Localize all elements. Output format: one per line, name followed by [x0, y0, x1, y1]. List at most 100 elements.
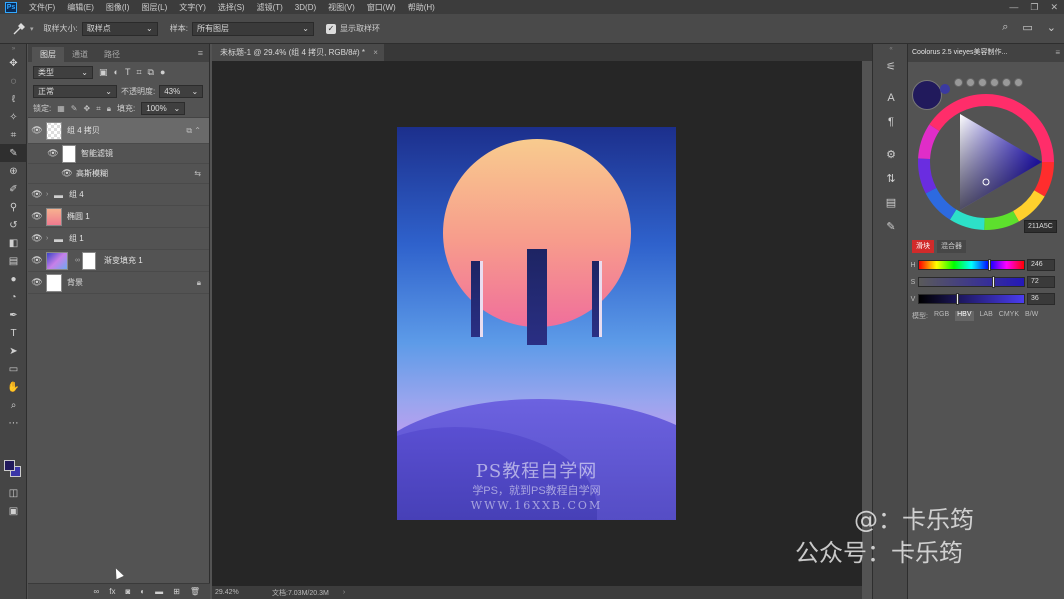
- healing-brush-tool-icon[interactable]: ⊕: [0, 162, 27, 180]
- layer-mask-thumbnail[interactable]: [82, 251, 96, 270]
- panel-menu-icon[interactable]: ≡: [198, 48, 203, 58]
- libraries-icon[interactable]: ▤: [873, 190, 909, 214]
- menu-file[interactable]: 文件(F): [23, 2, 61, 13]
- add-mask-icon[interactable]: ◙: [125, 587, 130, 596]
- eye-icon[interactable]: 👁︎: [28, 125, 46, 136]
- layer-row[interactable]: 👁︎ 智能滤镜: [28, 144, 209, 164]
- model-lab[interactable]: LAB: [980, 311, 993, 321]
- layer-row[interactable]: 👁︎ 椭圆 1: [28, 206, 209, 228]
- rectangle-tool-icon[interactable]: ▭: [0, 360, 27, 378]
- history-swatch[interactable]: [954, 78, 963, 87]
- search-icon[interactable]: ⌕: [1002, 21, 1008, 34]
- model-bw[interactable]: B/W: [1025, 311, 1038, 321]
- restore-button[interactable]: ❐: [1030, 0, 1038, 14]
- menu-window[interactable]: 窗口(W): [361, 2, 402, 13]
- tab-paths[interactable]: 路径: [96, 47, 128, 62]
- tab-mixer[interactable]: 混合器: [937, 240, 966, 253]
- close-tab-icon[interactable]: ×: [373, 48, 378, 57]
- model-hbv[interactable]: HBV: [955, 311, 974, 321]
- tab-channels[interactable]: 通道: [64, 47, 96, 62]
- dodge-tool-icon[interactable]: ◔: [0, 288, 27, 306]
- value-slider-thumb[interactable]: [956, 293, 959, 305]
- fill-input[interactable]: 100% ⌄: [141, 102, 186, 115]
- new-layer-icon[interactable]: ⊞: [173, 587, 180, 596]
- hue-value[interactable]: 246: [1027, 259, 1055, 271]
- history-swatch[interactable]: [1014, 78, 1023, 87]
- eraser-tool-icon[interactable]: ◧: [0, 234, 27, 252]
- menu-layer[interactable]: 图层(L): [135, 2, 173, 13]
- properties-icon[interactable]: ⚟: [873, 54, 909, 78]
- eye-icon[interactable]: 👁︎: [28, 277, 46, 288]
- pen-tool-icon[interactable]: ✒: [0, 306, 27, 324]
- history-brush-tool-icon[interactable]: ↺: [0, 216, 27, 234]
- lock-position-icon[interactable]: ✥: [84, 104, 91, 113]
- marquee-tool-icon[interactable]: ◌: [0, 72, 27, 90]
- hue-slider-thumb[interactable]: [988, 259, 991, 271]
- status-menu-arrow[interactable]: ›: [343, 589, 345, 596]
- color-wheel[interactable]: [910, 92, 1062, 232]
- path-selection-tool-icon[interactable]: ➤: [0, 342, 27, 360]
- character-icon[interactable]: A: [873, 86, 909, 110]
- close-button[interactable]: ✕: [1050, 0, 1058, 14]
- hand-tool-icon[interactable]: ✋: [0, 378, 27, 396]
- layer-row[interactable]: 👁︎ 高斯模糊 ⇆: [28, 164, 209, 184]
- zoom-tool-icon[interactable]: ⌕: [0, 396, 27, 414]
- link-icon[interactable]: ∞: [75, 257, 80, 264]
- filter-options-icon[interactable]: ⇆: [194, 169, 201, 178]
- lock-transparent-icon[interactable]: ▦: [57, 104, 65, 113]
- lock-all-icon[interactable]: 🔒︎: [107, 104, 111, 114]
- eye-icon[interactable]: 👁︎: [58, 168, 76, 179]
- zoom-level[interactable]: 29.42%: [212, 589, 252, 596]
- pixel-filter-icon[interactable]: ▣: [99, 67, 108, 78]
- workspace-icon[interactable]: ▭: [1022, 21, 1032, 34]
- blend-mode-select[interactable]: 正常 ⌄: [33, 84, 117, 98]
- layer-row[interactable]: 👁︎ › ▬ 组 1: [28, 228, 209, 250]
- show-ring-checkbox[interactable]: ✓: [325, 23, 336, 34]
- sample-select[interactable]: 所有图层 ⌄: [191, 21, 314, 36]
- layer-row[interactable]: 👁︎ ∞ 渐变填充 1: [28, 250, 209, 272]
- blur-tool-icon[interactable]: ●: [0, 270, 27, 288]
- hex-value[interactable]: 211A5C: [1024, 220, 1057, 233]
- color-panel-title[interactable]: Coolorus 2.5 vieyes美容制作...: [908, 44, 1064, 62]
- tab-layers[interactable]: 图层: [32, 47, 64, 62]
- eyedropper-icon[interactable]: [8, 20, 30, 38]
- chevron-right-icon[interactable]: ›: [46, 235, 54, 242]
- adjustments-icon[interactable]: ⚙: [873, 142, 909, 166]
- screen-mode-icon[interactable]: ▣: [0, 502, 27, 520]
- canvas-area[interactable]: PS教程自学网 学PS，就到PS教程自学网 WWW.16XXB.COM: [212, 61, 862, 586]
- menu-help[interactable]: 帮助(H): [402, 2, 441, 13]
- eye-icon[interactable]: 👁︎: [44, 148, 62, 159]
- eye-icon[interactable]: 👁︎: [28, 189, 46, 200]
- more-tools-icon[interactable]: ⋯: [0, 414, 27, 432]
- gradient-tool-icon[interactable]: ▤: [0, 252, 27, 270]
- brush-tool-icon[interactable]: ✐: [0, 180, 27, 198]
- foreground-color-swatch[interactable]: [4, 460, 15, 471]
- value-value[interactable]: 36: [1027, 293, 1055, 305]
- menu-3d[interactable]: 3D(D): [289, 3, 322, 12]
- saturation-slider-thumb[interactable]: [992, 276, 995, 288]
- lock-image-icon[interactable]: ✎: [71, 104, 78, 113]
- history-swatch[interactable]: [1002, 78, 1011, 87]
- hue-slider[interactable]: [918, 259, 1025, 271]
- history-icon[interactable]: ⇅: [873, 166, 909, 190]
- menu-view[interactable]: 视图(V): [322, 2, 361, 13]
- layer-row[interactable]: 👁︎ › ▬ 组 4: [28, 184, 209, 206]
- clone-stamp-tool-icon[interactable]: ⚲: [0, 198, 27, 216]
- history-swatch[interactable]: [966, 78, 975, 87]
- collapse-icon[interactable]: «: [873, 44, 909, 54]
- value-slider[interactable]: [918, 293, 1025, 305]
- menu-image[interactable]: 图像(I): [100, 2, 136, 13]
- shape-filter-icon[interactable]: ⌗: [136, 67, 141, 78]
- quick-mask-icon[interactable]: ◫: [0, 484, 27, 502]
- tab-sliders[interactable]: 滑块: [912, 240, 934, 253]
- model-rgb[interactable]: RGB: [934, 311, 949, 321]
- menu-filter[interactable]: 滤镜(T): [251, 2, 289, 13]
- link-layers-icon[interactable]: ∞: [94, 587, 100, 596]
- layer-filter-select[interactable]: 类型 ⌄: [33, 65, 93, 79]
- eye-icon[interactable]: 👁︎: [28, 233, 46, 244]
- menu-select[interactable]: 选择(S): [212, 2, 251, 13]
- type-tool-icon[interactable]: T: [0, 324, 27, 342]
- crop-tool-icon[interactable]: ⌗: [0, 126, 27, 144]
- chevron-right-icon[interactable]: ›: [46, 191, 54, 198]
- document-tab[interactable]: 未标题-1 @ 29.4% (组 4 拷贝, RGB/8#) * ×: [212, 44, 384, 61]
